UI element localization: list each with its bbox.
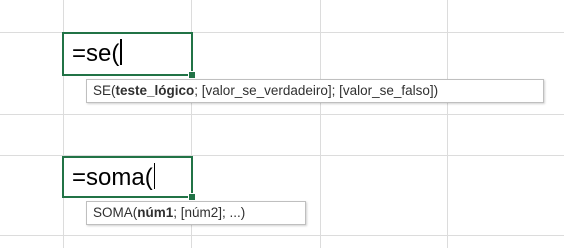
function-argument-tooltip: SOMA(núm1; [núm2]; ...) (86, 201, 306, 225)
cell-formula-text[interactable]: =soma( (72, 163, 156, 192)
row-gridline (0, 235, 564, 236)
function-argument-tooltip: SE(teste_lógico; [valor_se_verdadeiro]; … (86, 79, 544, 103)
fill-handle[interactable] (188, 193, 196, 201)
function-name[interactable]: SE (93, 83, 111, 98)
remaining-arguments: ; [valor_se_verdadeiro]; [valor_se_falso… (194, 83, 439, 98)
spreadsheet-grid[interactable]: =se( SE(teste_lógico; [valor_se_verdadei… (0, 0, 564, 248)
column-gridline (320, 0, 321, 248)
active-cell-editor[interactable]: =soma( (62, 156, 196, 201)
text-caret (153, 163, 156, 189)
fill-handle[interactable] (188, 71, 196, 79)
active-cell-editor[interactable]: =se( (62, 32, 196, 79)
column-gridline (447, 0, 448, 248)
current-argument[interactable]: núm1 (137, 205, 173, 220)
text-caret (120, 39, 122, 65)
function-name[interactable]: SOMA (93, 205, 133, 220)
cell-formula-text[interactable]: =se( (72, 39, 122, 68)
current-argument[interactable]: teste_lógico (116, 83, 195, 98)
remaining-arguments: ; [núm2]; ...) (173, 205, 246, 220)
row-gridline (0, 114, 564, 115)
